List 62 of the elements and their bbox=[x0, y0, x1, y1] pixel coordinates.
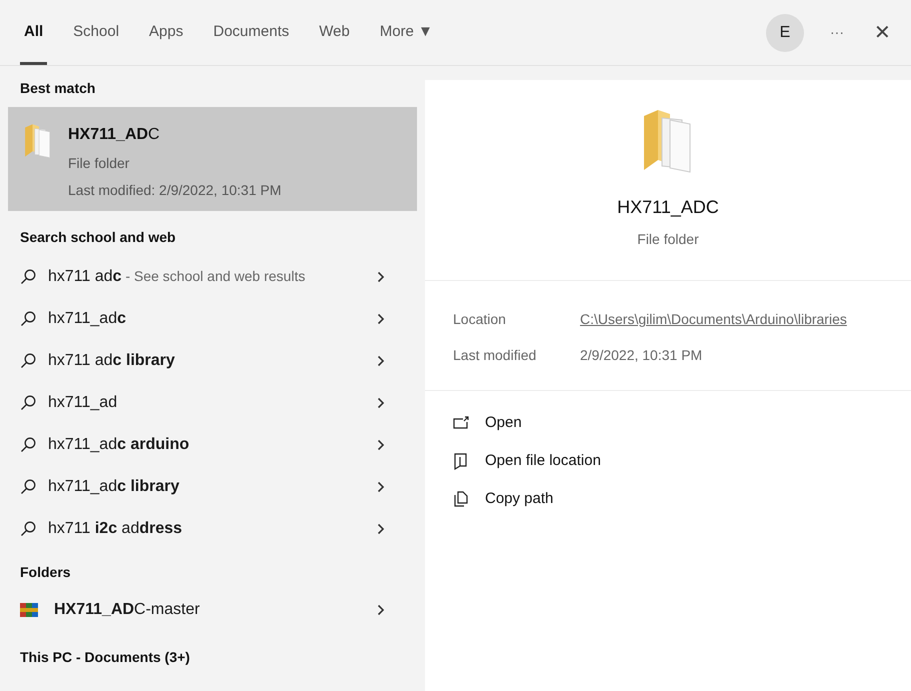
section-heading: Best match bbox=[19, 79, 96, 98]
chevron-right-icon bbox=[377, 604, 385, 616]
folder-icon bbox=[24, 123, 52, 159]
suggestion-text: hx711_adc bbox=[48, 309, 126, 329]
search-suggestion[interactable]: hx711_adc library bbox=[0, 466, 425, 508]
chevron-right-icon bbox=[377, 481, 385, 493]
suggestion-text: hx711_adc arduino bbox=[48, 435, 190, 455]
detail-value: 2/9/2022, 10:31 PM bbox=[580, 346, 702, 365]
suggestion-text: hx711_ad bbox=[48, 393, 118, 413]
archive-icon bbox=[20, 603, 38, 617]
chevron-right-icon bbox=[377, 355, 385, 367]
search-tab[interactable]: Apps bbox=[145, 0, 188, 65]
result-type: File folder bbox=[68, 154, 130, 173]
section-heading: This PC - Documents (3+) bbox=[19, 648, 191, 667]
open-window-icon bbox=[453, 416, 469, 430]
more-button[interactable]: ··· bbox=[826, 22, 848, 43]
search-suggestion[interactable]: hx711 adc library bbox=[0, 340, 425, 382]
search-icon bbox=[20, 311, 36, 327]
folder-location-icon bbox=[454, 452, 468, 470]
preview-type: File folder bbox=[637, 230, 699, 249]
search-tab[interactable]: Documents bbox=[209, 0, 294, 65]
user-avatar[interactable]: E bbox=[766, 14, 804, 52]
chevron-right-icon bbox=[377, 313, 385, 325]
search-icon bbox=[20, 353, 36, 369]
search-tab[interactable]: School bbox=[69, 0, 124, 65]
result-title: HX711_ADC bbox=[68, 125, 161, 145]
preview-action[interactable]: Open file location bbox=[453, 449, 883, 473]
chevron-right-icon bbox=[377, 439, 385, 451]
section-heading: Search school and web bbox=[19, 228, 177, 247]
folder-result[interactable]: HX711_ADC-master bbox=[0, 591, 425, 629]
detail-label: Location bbox=[453, 310, 507, 329]
folder-name: HX711_ADC-master bbox=[54, 600, 200, 620]
preview-action[interactable]: Copy path bbox=[453, 487, 883, 511]
search-suggestion[interactable]: hx711_ad bbox=[0, 382, 425, 424]
suggestion-text: hx711 i2c address bbox=[48, 519, 182, 539]
close-button[interactable]: ✕ bbox=[870, 18, 895, 48]
chevron-right-icon bbox=[377, 523, 385, 535]
search-tab[interactable]: All bbox=[20, 0, 48, 65]
search-icon bbox=[20, 521, 36, 537]
suggestion-text: hx711 adc - See school and web results bbox=[48, 267, 306, 287]
location-link[interactable]: C:\Users\gilim\Documents\Arduino\libraries bbox=[580, 309, 847, 330]
preview-title: HX711_ADC bbox=[617, 196, 719, 219]
detail-label: Last modified bbox=[453, 346, 538, 365]
preview-action[interactable]: Open bbox=[453, 411, 883, 435]
search-suggestion[interactable]: hx711_adc bbox=[0, 298, 425, 340]
copy-icon bbox=[454, 491, 468, 507]
suggestion-text: hx711_adc library bbox=[48, 477, 180, 497]
search-suggestion[interactable]: hx711 adc - See school and web results bbox=[0, 256, 425, 298]
search-suggestion[interactable]: hx711_adc arduino bbox=[0, 424, 425, 466]
search-icon bbox=[20, 437, 36, 453]
section-heading: Folders bbox=[19, 563, 72, 582]
search-tab[interactable]: More ▼ bbox=[376, 0, 437, 65]
suggestion-text: hx711 adc library bbox=[48, 351, 175, 371]
chevron-right-icon bbox=[377, 271, 385, 283]
chevron-right-icon bbox=[377, 397, 385, 409]
search-icon bbox=[20, 269, 36, 285]
result-modified: Last modified: 2/9/2022, 10:31 PM bbox=[68, 181, 282, 200]
best-match-item[interactable]: HX711_ADC File folder Last modified: 2/9/2022, 10:31 PM bbox=[8, 107, 417, 211]
search-icon bbox=[20, 395, 36, 411]
search-suggestion[interactable]: hx711 i2c address bbox=[0, 508, 425, 550]
search-icon bbox=[20, 479, 36, 495]
search-tab[interactable]: Web bbox=[315, 0, 354, 65]
